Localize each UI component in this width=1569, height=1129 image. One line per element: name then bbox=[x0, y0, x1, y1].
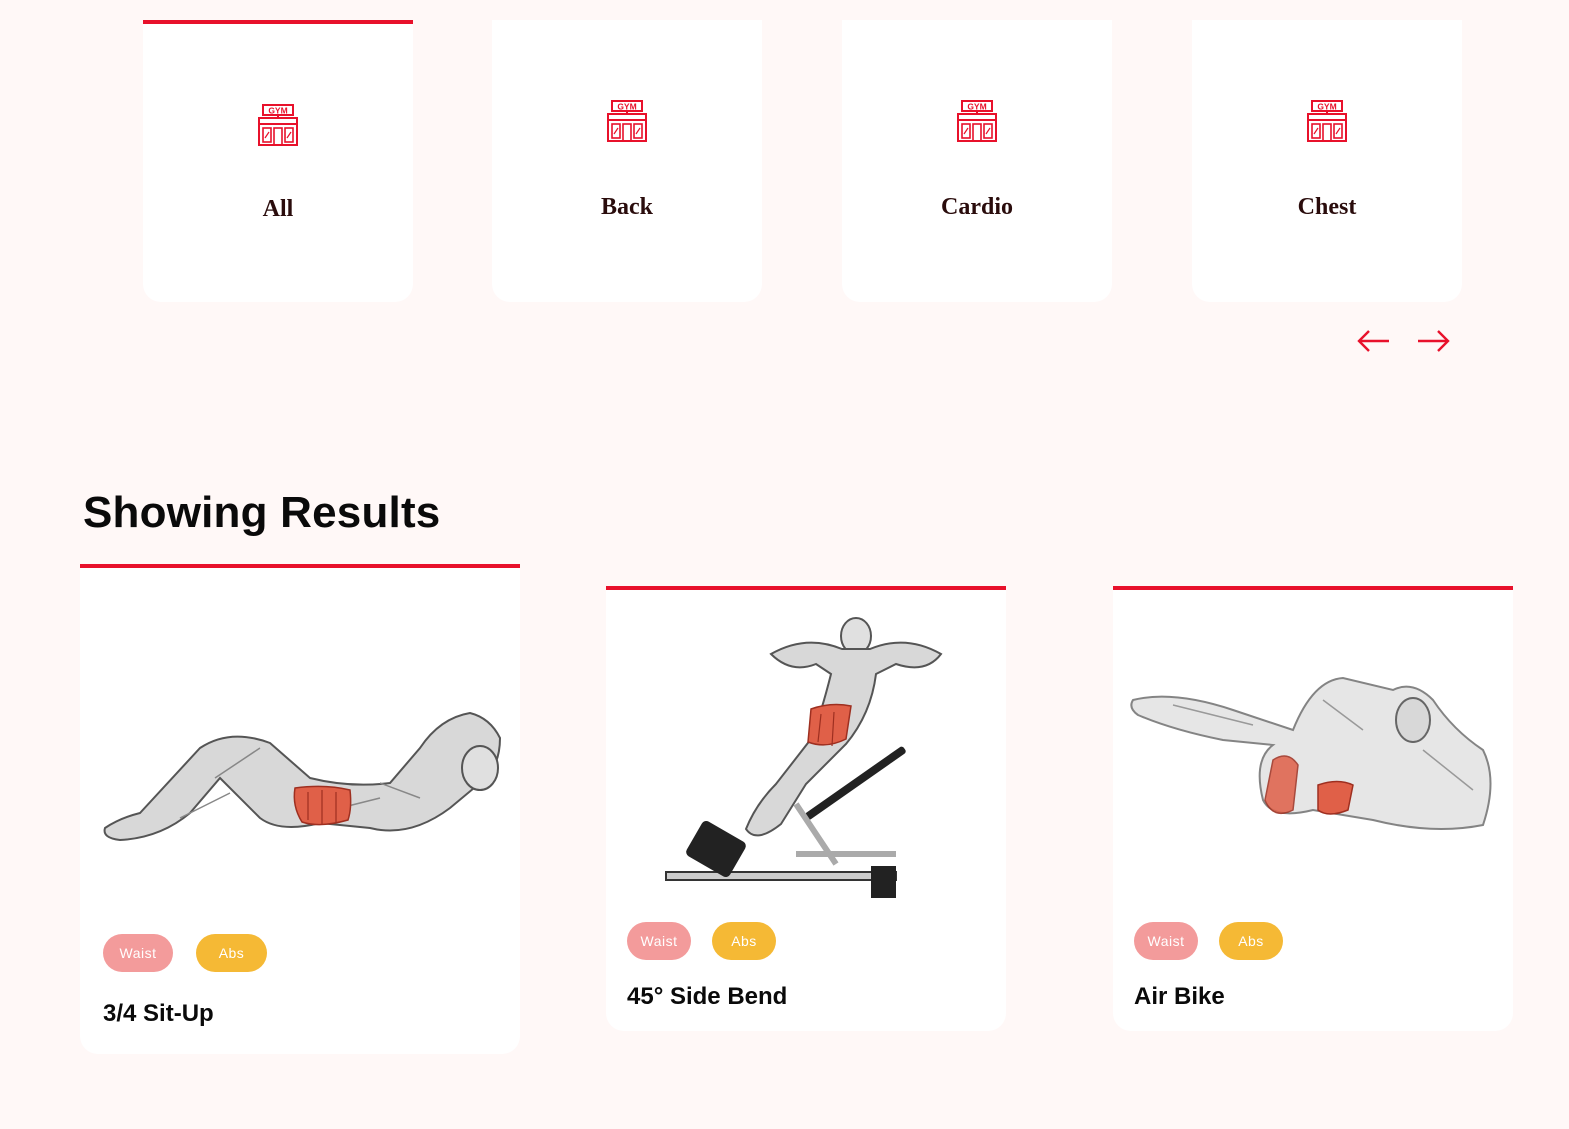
exercise-name[interactable]: 45° Side Bend bbox=[627, 983, 787, 1011]
tag-waist[interactable]: Waist bbox=[627, 922, 691, 960]
tag-abs[interactable]: Abs bbox=[1219, 922, 1283, 960]
exercise-name[interactable]: 3/4 Sit-Up bbox=[103, 1000, 214, 1028]
category-label: Chest bbox=[1297, 194, 1357, 220]
category-card-chest[interactable]: Chest bbox=[1192, 20, 1462, 302]
gym-building-icon bbox=[258, 104, 298, 146]
category-label: All bbox=[262, 196, 294, 222]
tag-waist[interactable]: Waist bbox=[103, 934, 173, 972]
results-heading: Showing Results bbox=[83, 488, 441, 537]
tag-waist[interactable]: Waist bbox=[1134, 922, 1198, 960]
air-bike-illustration bbox=[1130, 676, 1492, 830]
arrow-left-icon[interactable] bbox=[1357, 325, 1391, 357]
category-card-all[interactable]: All bbox=[143, 20, 413, 302]
category-label: Cardio bbox=[941, 194, 1013, 220]
gym-building-icon bbox=[607, 100, 647, 142]
exercise-card-side-bend[interactable]: Waist Abs 45° Side Bend bbox=[606, 586, 1006, 1031]
exercise-name[interactable]: Air Bike bbox=[1134, 983, 1225, 1011]
tag-abs[interactable]: Abs bbox=[196, 934, 267, 972]
exercise-card-air-bike[interactable]: Waist Abs Air Bike bbox=[1113, 586, 1513, 1031]
gym-building-icon bbox=[957, 100, 997, 142]
side-bend-illustration bbox=[665, 617, 943, 898]
gym-building-icon bbox=[1307, 100, 1347, 142]
category-card-back[interactable]: Back bbox=[492, 20, 762, 302]
category-label: Back bbox=[600, 194, 653, 220]
sit-up-illustration bbox=[103, 711, 502, 842]
category-card-cardio[interactable]: Cardio bbox=[842, 20, 1112, 302]
exercise-card-sit-up[interactable]: Waist Abs 3/4 Sit-Up bbox=[80, 564, 520, 1054]
arrow-right-icon[interactable] bbox=[1416, 325, 1450, 357]
tag-abs[interactable]: Abs bbox=[712, 922, 776, 960]
